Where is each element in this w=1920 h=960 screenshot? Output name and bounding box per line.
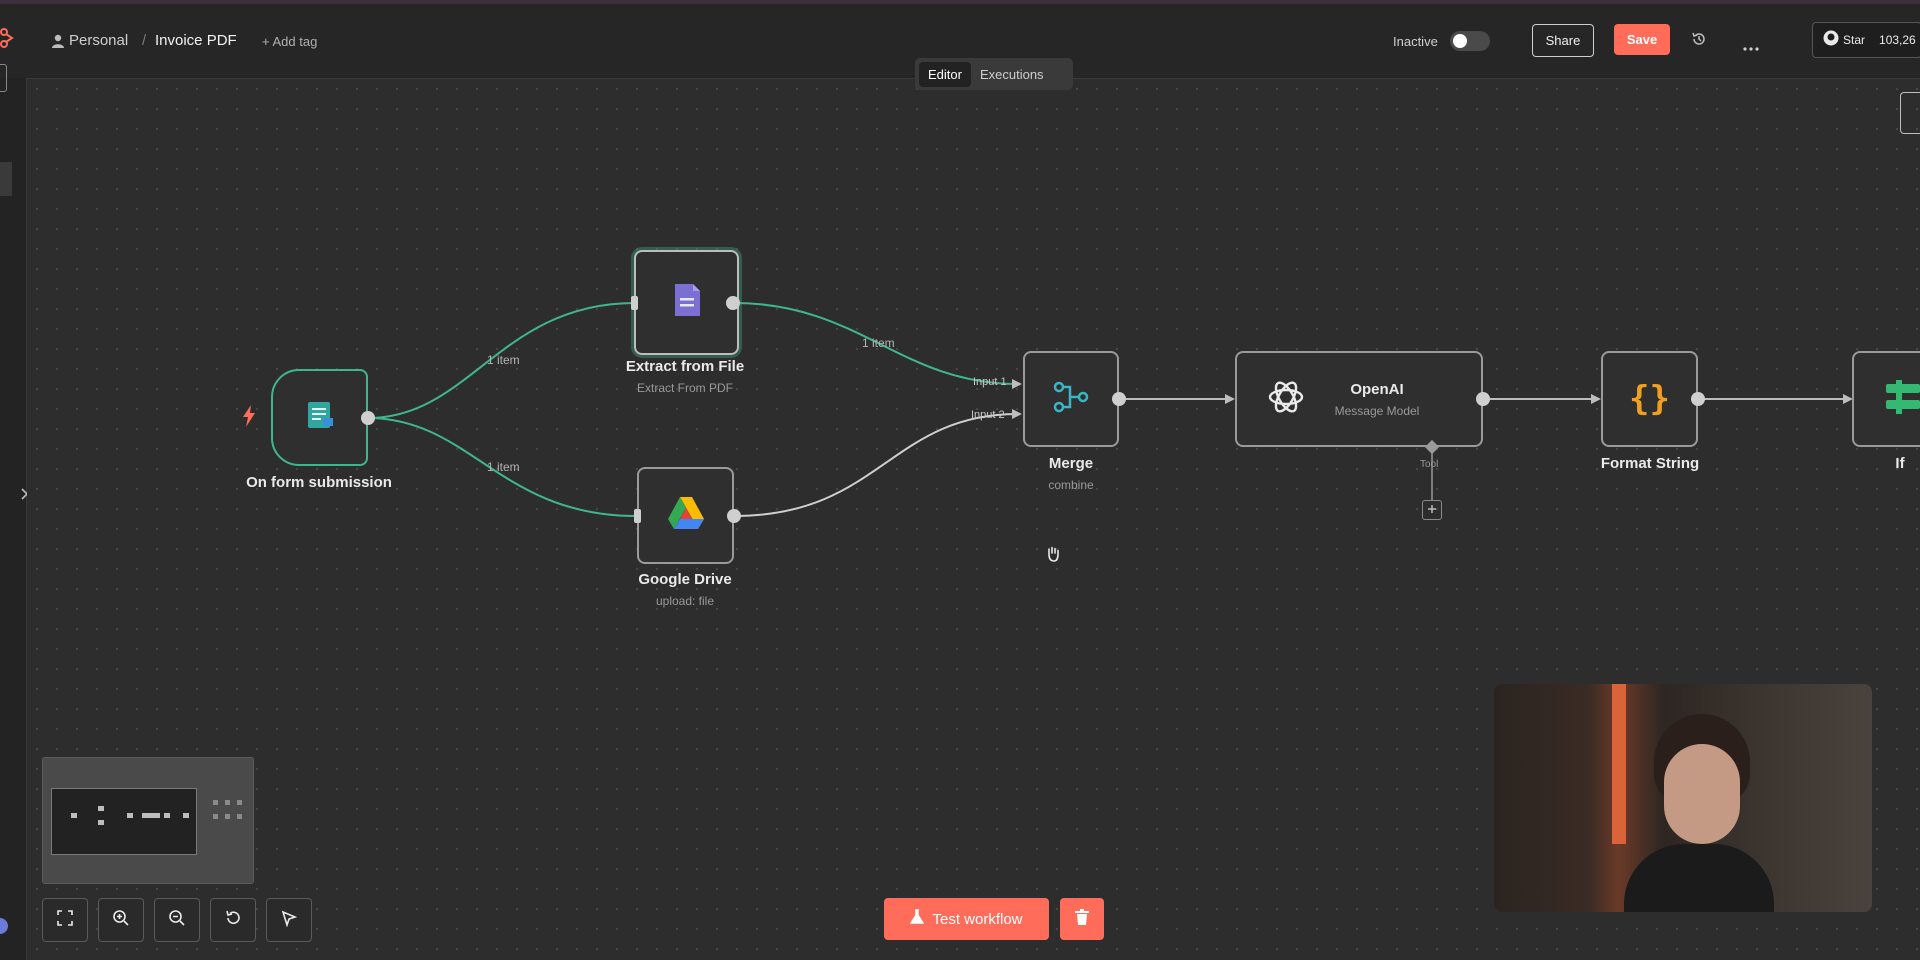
breadcrumb-project[interactable]: Personal	[69, 32, 128, 49]
merge-input2-label: Input 2	[971, 409, 1005, 421]
fullscreen-icon	[57, 909, 73, 931]
more-options-icon[interactable]	[1743, 38, 1759, 56]
breadcrumb-separator: /	[142, 32, 147, 49]
google-drive-icon	[666, 495, 706, 536]
fit-view-button[interactable]	[42, 898, 88, 942]
top-accent-line	[0, 0, 1920, 4]
file-extract-icon	[667, 280, 707, 325]
node-label-drive: Google Drive	[638, 571, 732, 588]
tab-executions[interactable]: Executions	[971, 62, 1053, 87]
reset-zoom-button[interactable]	[210, 898, 256, 942]
node-output-port[interactable]	[1691, 392, 1705, 406]
view-tabs: Editor Executions	[915, 58, 1073, 90]
node-output-port[interactable]	[361, 411, 375, 425]
node-format-string[interactable]: {}	[1601, 351, 1698, 447]
cursor-sparkle-icon	[280, 909, 298, 932]
node-subtitle-merge: combine	[1048, 478, 1094, 492]
save-button[interactable]: Save	[1614, 24, 1670, 55]
if-icon	[1880, 379, 1920, 419]
github-star-count: 103,26	[1879, 33, 1916, 47]
open-nodes-panel-button[interactable]	[1900, 92, 1920, 134]
user-icon	[52, 34, 64, 53]
node-merge[interactable]	[1023, 351, 1119, 447]
node-subtitle-openai: Message Model	[1334, 404, 1420, 418]
merge-icon	[1052, 380, 1090, 419]
trigger-bolt-icon	[242, 405, 256, 432]
tidy-up-button[interactable]	[266, 898, 312, 942]
edge-label-extract-merge: 1 item	[862, 336, 895, 350]
undo-icon	[224, 909, 242, 932]
flask-icon	[910, 909, 925, 929]
hand-cursor-icon	[1046, 546, 1060, 567]
node-google-drive[interactable]	[637, 467, 734, 564]
node-form-trigger[interactable]	[271, 369, 368, 466]
zoom-out-button[interactable]	[154, 898, 200, 942]
sidebar-item-active[interactable]	[0, 162, 12, 196]
merge-input1-label: Input 1	[973, 376, 1007, 388]
share-button[interactable]: Share	[1532, 24, 1594, 57]
tab-editor[interactable]: Editor	[919, 61, 971, 87]
node-subtitle-extract: Extract From PDF	[636, 381, 733, 395]
zoom-in-icon	[112, 909, 130, 932]
app-logo-icon[interactable]	[0, 26, 14, 50]
test-workflow-button[interactable]: Test workflow	[884, 898, 1049, 940]
person-face	[1664, 744, 1740, 844]
github-star-button[interactable]: Star 103,26	[1812, 22, 1920, 58]
person-silhouette	[1624, 714, 1774, 912]
workflow-status-label: Inactive	[1393, 34, 1438, 49]
edge-label-trigger-drive: 1 item	[487, 460, 520, 474]
sidebar-item-add[interactable]	[0, 64, 7, 92]
webcam-overlay	[1494, 684, 1872, 912]
node-label-if: If	[1895, 455, 1905, 472]
node-label-openai: OpenAI	[1350, 381, 1404, 398]
node-input-port[interactable]	[634, 509, 641, 523]
openai-tool-label: Tool	[1420, 459, 1439, 470]
left-sidebar-collapsed	[0, 64, 29, 960]
zoom-in-button[interactable]	[98, 898, 144, 942]
node-extract-from-file[interactable]	[634, 250, 739, 355]
node-output-port[interactable]	[1476, 392, 1490, 406]
plus-icon	[1427, 501, 1437, 519]
node-label-trigger: On form submission	[246, 474, 392, 491]
node-openai[interactable]: OpenAI Message Model	[1235, 351, 1483, 447]
sidebar-avatar[interactable]	[0, 918, 8, 934]
history-icon[interactable]	[1691, 31, 1707, 52]
add-tag-button[interactable]: + Add tag	[262, 34, 317, 49]
node-label-format: Format String	[1600, 455, 1700, 472]
github-icon	[1823, 30, 1839, 51]
node-label-extract: Extract from File	[625, 358, 745, 375]
delete-button[interactable]	[1060, 898, 1104, 940]
node-output-port[interactable]	[1112, 392, 1126, 406]
node-label-merge: Merge	[1048, 455, 1094, 472]
test-workflow-label: Test workflow	[932, 910, 1023, 928]
trash-icon	[1075, 909, 1089, 929]
github-star-label: Star	[1843, 33, 1866, 47]
node-output-port[interactable]	[726, 296, 740, 310]
active-toggle[interactable]	[1450, 31, 1490, 51]
add-tool-button[interactable]	[1422, 500, 1442, 520]
node-input-port[interactable]	[631, 296, 638, 310]
toggle-knob	[1453, 34, 1467, 48]
code-braces-icon: {}	[1629, 379, 1670, 419]
zoom-out-icon	[168, 909, 186, 932]
minimap-nodes	[71, 800, 242, 825]
workflow-name[interactable]: Invoice PDF	[155, 32, 237, 49]
edge-label-trigger-extract: 1 item	[487, 353, 520, 367]
minimap[interactable]	[42, 757, 254, 884]
node-output-port[interactable]	[727, 509, 741, 523]
openai-text: OpenAI Message Model	[1297, 381, 1457, 418]
node-if[interactable]	[1852, 351, 1920, 447]
form-icon	[303, 398, 337, 437]
node-subtitle-drive: upload: file	[655, 594, 715, 608]
person-hoodie	[1624, 844, 1774, 912]
